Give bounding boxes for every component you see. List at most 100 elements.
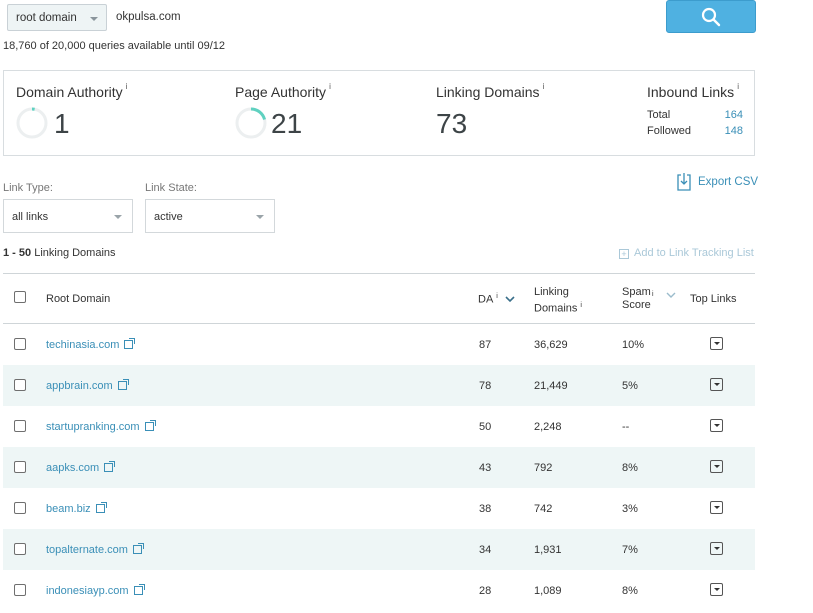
select-all-checkbox[interactable] (14, 291, 26, 303)
col-top-links: Top Links (690, 293, 737, 305)
search-icon (701, 7, 721, 27)
download-icon (677, 173, 691, 191)
col-da[interactable]: DA i (478, 293, 515, 306)
root-domain-text: topalternate.com (46, 544, 128, 556)
link-type-select[interactable]: all links (3, 199, 133, 233)
linking-domains-value: 1,089 (534, 585, 562, 597)
chevron-down-icon (114, 215, 122, 219)
table-row: techinasia.com 87 36,629 10% (3, 324, 755, 365)
info-icon[interactable]: i (126, 82, 128, 91)
info-icon[interactable]: i (496, 293, 498, 300)
root-domain-link[interactable]: techinasia.com (46, 338, 136, 351)
inbound-total-row: Total 164 (647, 109, 743, 121)
add-to-tracking-button[interactable]: + Add to Link Tracking List (619, 247, 754, 259)
spam-score-value: 8% (622, 585, 638, 597)
search-button[interactable] (666, 0, 756, 33)
root-domain-link[interactable]: beam.biz (46, 502, 107, 515)
da-value: 38 (479, 503, 492, 515)
col-da-label: DA (478, 293, 494, 306)
table-header: Root Domain DA i Linking Domains i Spam Sc… (3, 273, 755, 324)
da-value: 28 (479, 585, 492, 597)
inbound-followed-value[interactable]: 148 (725, 125, 743, 137)
row-checkbox[interactable] (14, 379, 26, 391)
external-link-icon[interactable] (124, 338, 136, 349)
col-root-domain[interactable]: Root Domain (46, 293, 110, 305)
da-value: 87 (479, 339, 492, 351)
external-link-icon[interactable] (104, 461, 116, 472)
row-checkbox[interactable] (14, 584, 26, 596)
top-links-dropdown-icon[interactable] (710, 378, 723, 391)
top-links-dropdown-icon[interactable] (710, 542, 723, 555)
linking-domains-value: 1,931 (534, 544, 562, 556)
row-checkbox[interactable] (14, 420, 26, 432)
root-domain-link[interactable]: startupranking.com (46, 420, 156, 433)
root-domain-link[interactable]: indonesiayp.com (46, 584, 145, 597)
root-domain-text: beam.biz (46, 503, 91, 515)
top-links-dropdown-icon[interactable] (710, 501, 723, 514)
info-icon[interactable]: i (580, 302, 582, 309)
inbound-total-value[interactable]: 164 (725, 109, 743, 121)
root-domain-text: aapks.com (46, 462, 100, 474)
link-state-select[interactable]: active (145, 199, 275, 233)
scope-select[interactable]: root domain (7, 4, 107, 31)
col-spam-score[interactable]: Spam Score i (622, 286, 676, 312)
inbound-total-label: Total (647, 109, 671, 121)
export-csv-label: Export CSV (698, 176, 759, 188)
sort-desc-icon[interactable] (505, 295, 515, 303)
top-links-dropdown-icon[interactable] (710, 337, 723, 350)
results-count: 1 - 50 Linking Domains (3, 247, 116, 259)
top-links-dropdown-icon[interactable] (710, 460, 723, 473)
external-link-icon[interactable] (144, 420, 156, 431)
table-row: appbrain.com 78 21,449 5% (3, 365, 755, 406)
table-row: startupranking.com 50 2,248 -- (3, 406, 755, 447)
da-value: 78 (479, 380, 492, 392)
domain-authority-title: Domain Authority (16, 84, 123, 100)
domain-authority-value: 1 (54, 108, 70, 139)
row-checkbox[interactable] (14, 543, 26, 555)
linking-domains-table: Root Domain DA i Linking Domains i Spam Sc… (3, 273, 755, 611)
linking-domains-value: 2,248 (534, 421, 562, 433)
spam-score-value: 10% (622, 339, 645, 351)
linking-domains-value: 73 (436, 108, 468, 139)
inbound-followed-row: Followed 148 (647, 125, 743, 137)
chevron-down-icon (90, 17, 98, 21)
linking-domains-title: Linking Domains (436, 84, 540, 100)
linking-domains-value: 742 (534, 503, 553, 515)
root-domain-link[interactable]: topalternate.com (46, 543, 144, 556)
root-domain-text: techinasia.com (46, 339, 120, 351)
table-row: aapks.com 43 792 8% (3, 447, 755, 488)
table-row: beam.biz 38 742 3% (3, 488, 755, 529)
da-value: 50 (479, 421, 492, 433)
row-checkbox[interactable] (14, 502, 26, 514)
info-icon[interactable]: i (329, 82, 331, 91)
plus-icon: + (619, 249, 629, 259)
root-domain-link[interactable]: aapks.com (46, 461, 116, 474)
col-linking-domains-line1: Linking (534, 286, 569, 298)
row-checkbox[interactable] (14, 461, 26, 473)
root-domain-text: indonesiayp.com (46, 585, 129, 597)
link-type-value: all links (12, 211, 49, 223)
spam-score-value: -- (622, 421, 630, 433)
linking-domains-value: 36,629 (534, 339, 568, 351)
col-linking-domains[interactable]: Linking Domains i (534, 286, 582, 316)
table-body: techinasia.com 87 36,629 10% appbrain.co… (3, 324, 755, 611)
top-links-dropdown-icon[interactable] (710, 419, 723, 432)
external-link-icon[interactable] (95, 502, 107, 513)
info-icon[interactable]: i (737, 82, 739, 91)
root-domain-link[interactable]: appbrain.com (46, 379, 129, 392)
info-icon[interactable]: i (652, 288, 654, 301)
external-link-icon[interactable] (132, 543, 144, 554)
da-value: 43 (479, 462, 492, 474)
sort-icon[interactable] (666, 291, 676, 299)
results-label: Linking Domains (34, 247, 116, 259)
inbound-followed-label: Followed (647, 125, 692, 137)
results-range: 1 - 50 (3, 247, 32, 259)
top-links-dropdown-icon[interactable] (710, 583, 723, 596)
domain-search-input[interactable]: okpulsa.com (108, 4, 664, 31)
external-link-icon[interactable] (133, 584, 145, 595)
page-authority-value: 21 (271, 108, 303, 139)
row-checkbox[interactable] (14, 338, 26, 350)
table-row: indonesiayp.com 28 1,089 8% (3, 570, 755, 611)
info-icon[interactable]: i (543, 82, 545, 91)
external-link-icon[interactable] (117, 379, 129, 390)
